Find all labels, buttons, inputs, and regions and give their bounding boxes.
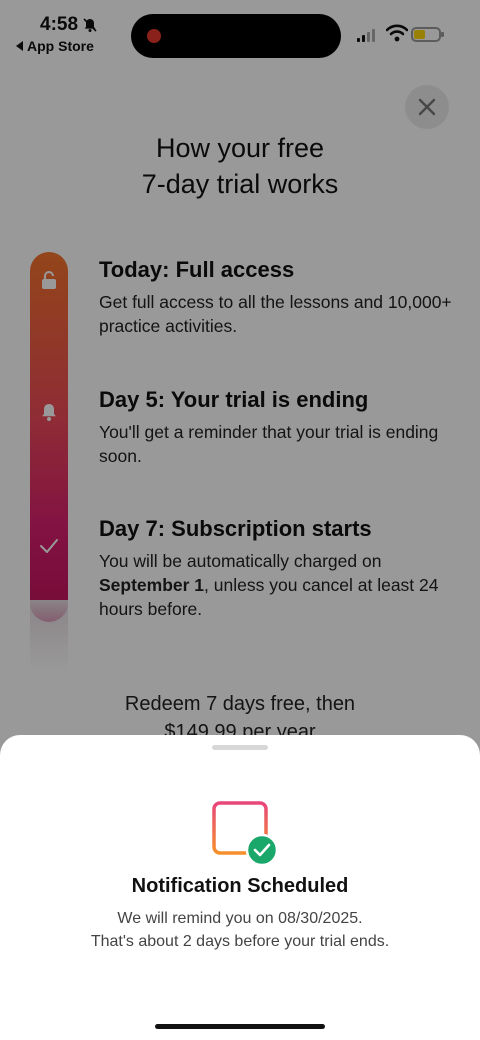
calendar-check-icon	[212, 795, 279, 865]
sheet-message: We will remind you on 08/30/2025. That's…	[90, 910, 390, 950]
sheet-title: Notification Scheduled	[131, 875, 349, 897]
sheet-grabber[interactable]	[212, 745, 268, 750]
home-indicator[interactable]	[155, 1024, 325, 1029]
notification-sheet: Notification Scheduled We will remind yo…	[0, 735, 480, 1040]
